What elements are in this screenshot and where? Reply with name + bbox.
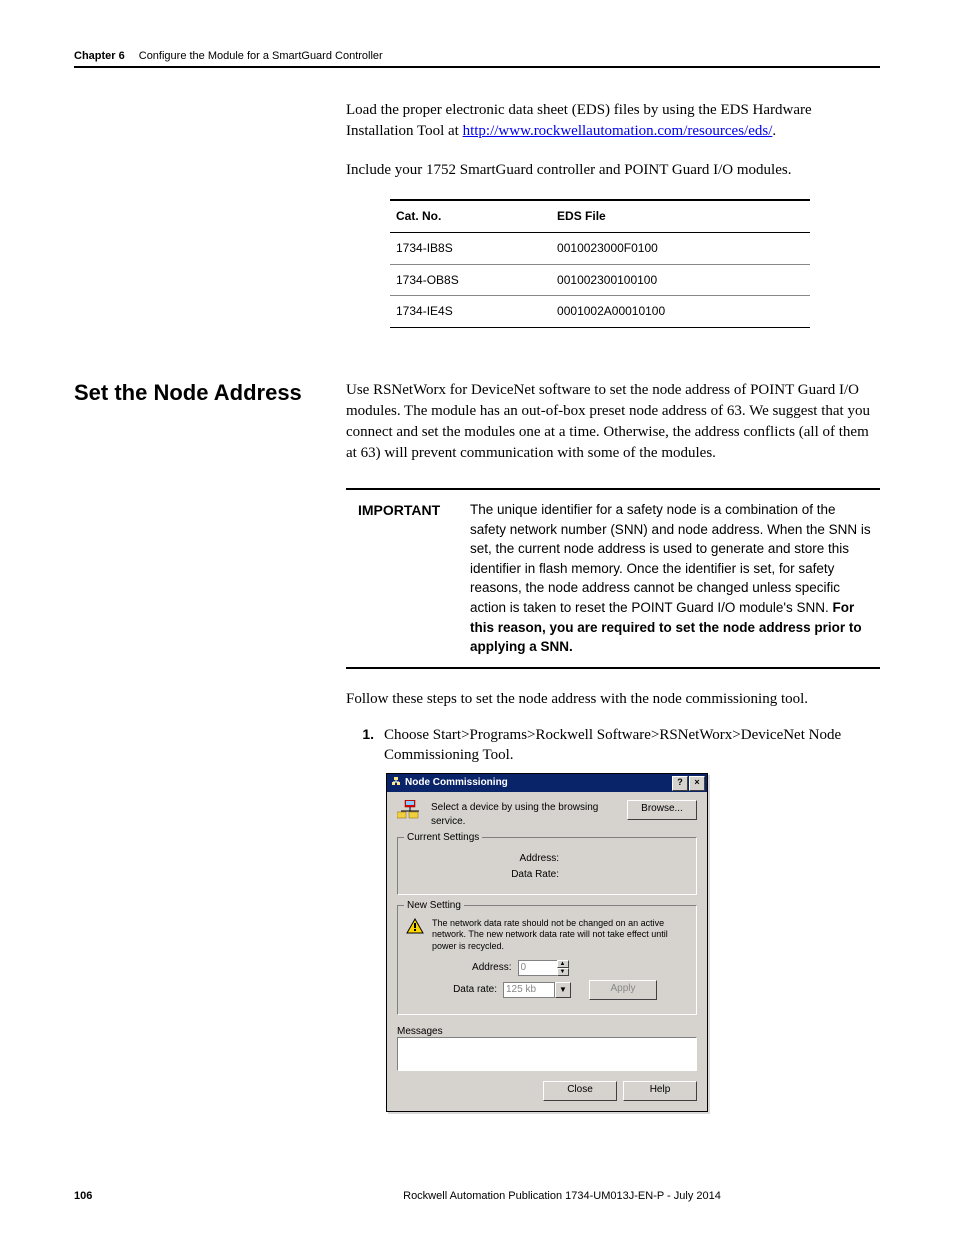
apply-button[interactable]: Apply bbox=[589, 980, 657, 1000]
eds-table: Cat. No. EDS File 1734-IB8S 0010023000F0… bbox=[390, 199, 810, 328]
step-1: 1. Choose Start>Programs>Rockwell Softwa… bbox=[346, 725, 880, 766]
browse-button[interactable]: Browse... bbox=[627, 800, 697, 820]
cell: 1734-IB8S bbox=[390, 232, 551, 264]
chapter-number: Chapter 6 bbox=[74, 50, 125, 62]
important-label: IMPORTANT bbox=[346, 500, 470, 657]
intro-text-end: . bbox=[772, 123, 776, 139]
messages-box bbox=[397, 1037, 697, 1071]
current-address-row: Address: bbox=[406, 852, 688, 866]
address-spinner[interactable]: ▲ ▼ bbox=[518, 960, 569, 976]
dialog-body: Select a device by using the browsing se… bbox=[387, 792, 707, 1111]
help-icon[interactable]: ? bbox=[672, 776, 688, 791]
eds-link[interactable]: http://www.rockwellautomation.com/resour… bbox=[463, 123, 773, 139]
intro-block: Load the proper electronic data sheet (E… bbox=[346, 100, 880, 328]
table-row: 1734-IE4S 0001002A00010100 bbox=[390, 296, 810, 328]
new-address-label: Address: bbox=[452, 961, 518, 975]
current-legend: Current Settings bbox=[404, 831, 482, 845]
help-button[interactable]: Help bbox=[623, 1081, 697, 1101]
eds-th-cat: Cat. No. bbox=[390, 200, 551, 232]
close-icon[interactable]: × bbox=[689, 776, 705, 791]
rate-label: Data Rate: bbox=[489, 868, 565, 882]
important-text: The unique identifier for a safety node … bbox=[470, 500, 880, 657]
follow-text: Follow these steps to set the node addre… bbox=[346, 689, 880, 710]
intro-paragraph-2: Include your 1752 SmartGuard controller … bbox=[346, 160, 880, 181]
spin-down-icon[interactable]: ▼ bbox=[557, 968, 569, 976]
chapter-title: Configure the Module for a SmartGuard Co… bbox=[139, 50, 383, 62]
intro-paragraph-1: Load the proper electronic data sheet (E… bbox=[346, 100, 880, 142]
messages-group: Messages bbox=[397, 1025, 697, 1071]
cell: 0010023000F0100 bbox=[551, 232, 810, 264]
important-box: IMPORTANT The unique identifier for a sa… bbox=[346, 488, 880, 669]
step-list: 1. Choose Start>Programs>Rockwell Softwa… bbox=[346, 725, 880, 766]
warning-text: The network data rate should not be chan… bbox=[432, 918, 688, 952]
rate-combo[interactable]: ▼ bbox=[503, 982, 571, 998]
devices-icon bbox=[397, 800, 423, 822]
section-p1: Use RSNetWorx for DeviceNet software to … bbox=[346, 380, 880, 464]
new-rate-label: Data rate: bbox=[437, 983, 503, 997]
important-text-a: The unique identifier for a safety node … bbox=[470, 502, 871, 615]
warning-icon bbox=[406, 918, 426, 934]
cell: 0001002A00010100 bbox=[551, 296, 810, 328]
dialog-title: Node Commissioning bbox=[405, 776, 671, 790]
current-rate-row: Data Rate: bbox=[406, 868, 688, 882]
chevron-down-icon[interactable]: ▼ bbox=[555, 982, 571, 998]
page-header: Chapter 6 Configure the Module for a Sma… bbox=[74, 50, 880, 68]
spin-up-icon[interactable]: ▲ bbox=[557, 960, 569, 968]
dialog-footer: Close Help bbox=[397, 1081, 697, 1101]
page-footer: 106 Rockwell Automation Publication 1734… bbox=[74, 1190, 880, 1202]
publication-info: Rockwell Automation Publication 1734-UM0… bbox=[244, 1190, 880, 1202]
table-row: 1734-IB8S 0010023000F0100 bbox=[390, 232, 810, 264]
new-rate-row: Data rate: ▼ Apply bbox=[406, 980, 688, 1000]
close-button[interactable]: Close bbox=[543, 1081, 617, 1101]
new-setting-group: New Setting The network data rate should… bbox=[397, 905, 697, 1015]
messages-legend: Messages bbox=[397, 1026, 443, 1037]
dialog-titlebar: Node Commissioning ? × bbox=[387, 774, 707, 792]
page: Chapter 6 Configure the Module for a Sma… bbox=[0, 0, 954, 1230]
cell: 1734-OB8S bbox=[390, 264, 551, 296]
new-address-row: Address: ▲ ▼ bbox=[406, 960, 688, 976]
rate-input[interactable] bbox=[503, 982, 555, 998]
warning-row: The network data rate should not be chan… bbox=[406, 918, 688, 952]
step-text: Choose Start>Programs>Rockwell Software>… bbox=[384, 725, 880, 766]
page-number: 106 bbox=[74, 1190, 244, 1202]
cell: 1734-IE4S bbox=[390, 296, 551, 328]
new-legend: New Setting bbox=[404, 899, 464, 913]
eds-th-file: EDS File bbox=[551, 200, 810, 232]
address-value bbox=[565, 852, 605, 866]
select-row: Select a device by using the browsing se… bbox=[397, 800, 697, 829]
table-row: 1734-OB8S 001002300100100 bbox=[390, 264, 810, 296]
rate-value bbox=[565, 868, 605, 882]
cell: 001002300100100 bbox=[551, 264, 810, 296]
address-label: Address: bbox=[489, 852, 565, 866]
section-set-node-address: Set the Node Address Use RSNetWorx for D… bbox=[74, 380, 880, 1112]
node-commissioning-dialog: Node Commissioning ? × bbox=[386, 773, 708, 1112]
address-input[interactable] bbox=[518, 960, 557, 976]
section-body: Use RSNetWorx for DeviceNet software to … bbox=[346, 380, 880, 1112]
current-settings-group: Current Settings Address: Data Rate: bbox=[397, 837, 697, 895]
step-num: 1. bbox=[346, 725, 384, 766]
section-heading: Set the Node Address bbox=[74, 380, 346, 1112]
select-label: Select a device by using the browsing se… bbox=[431, 800, 627, 829]
network-tree-icon bbox=[391, 776, 401, 791]
